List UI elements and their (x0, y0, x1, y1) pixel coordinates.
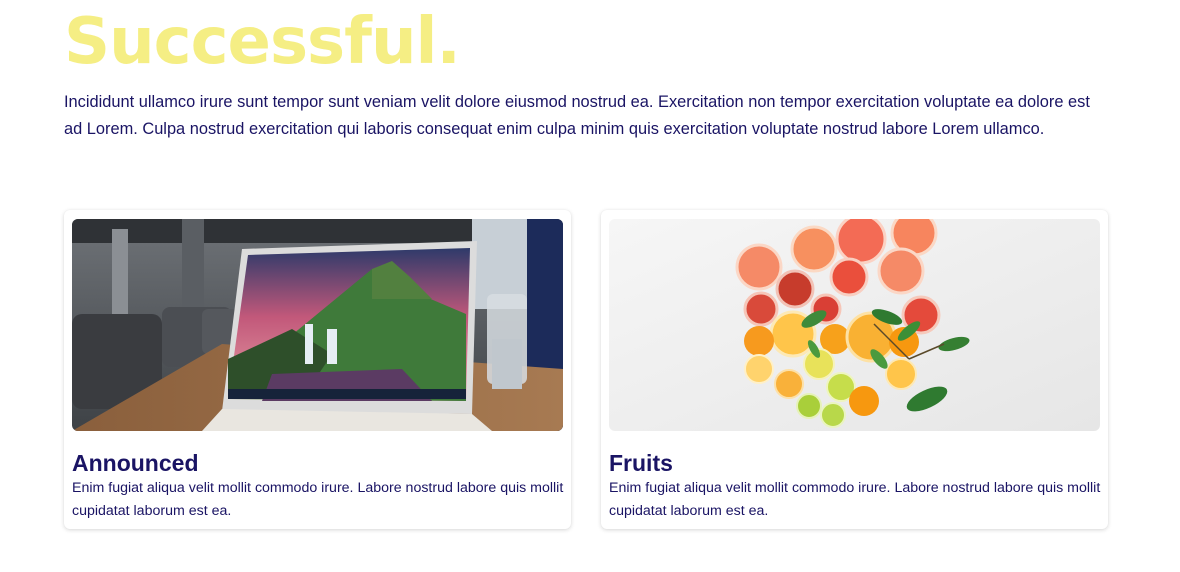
card-title: Fruits (609, 450, 673, 476)
card-description: Enim fugiat aliqua velit mollit commodo … (72, 480, 564, 519)
citrus-fruits-photo (609, 219, 1100, 431)
page-title: Successful. (64, 5, 461, 79)
card-description: Enim fugiat aliqua velit mollit commodo … (609, 480, 1101, 519)
card-announced[interactable]: Announced Enim fugiat aliqua velit molli… (64, 210, 571, 529)
intro-paragraph: Incididunt ullamco irure sunt tempor sun… (64, 93, 1090, 138)
laptop-photo (72, 219, 563, 431)
card-fruits[interactable]: Fruits Enim fugiat aliqua velit mollit c… (601, 210, 1108, 529)
card-title: Announced (72, 450, 199, 476)
